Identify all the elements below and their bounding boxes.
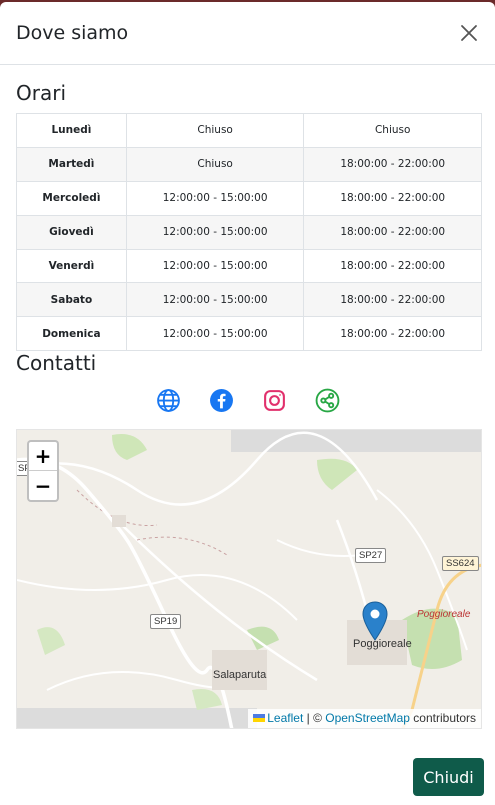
modal-title: Dove siamo [16, 22, 129, 44]
road-label: SS624 [442, 556, 479, 571]
table-row: Martedì Chiuso 18:00:00 - 22:00:00 [16, 146, 482, 182]
share-link[interactable] [315, 388, 340, 413]
slot-lunch-cell: Chiuso [125, 113, 305, 148]
osm-link[interactable]: OpenStreetMap [325, 711, 410, 725]
day-cell: Sabato [16, 282, 127, 318]
zoom-control: + − [27, 440, 59, 502]
contacts-title: Contatti [16, 351, 97, 375]
table-row: Venerdì 12:00:00 - 15:00:00 18:00:00 - 2… [16, 248, 482, 284]
website-link[interactable] [156, 388, 181, 413]
leaflet-link[interactable]: Leaflet [267, 711, 303, 725]
close-modal-button[interactable]: Chiudi [413, 758, 484, 796]
slot-dinner-cell: 18:00:00 - 22:00:00 [303, 146, 482, 182]
close-icon [461, 25, 477, 41]
facebook-link[interactable] [209, 388, 234, 413]
table-row: Sabato 12:00:00 - 15:00:00 18:00:00 - 22… [16, 282, 482, 318]
globe-icon [156, 389, 180, 412]
day-cell: Giovedì [16, 214, 127, 250]
table-row: Lunedì Chiuso Chiuso [16, 113, 482, 148]
slot-lunch-cell: 12:00:00 - 15:00:00 [125, 316, 305, 352]
slot-lunch-cell: 12:00:00 - 15:00:00 [125, 282, 305, 318]
slot-dinner-cell: 18:00:00 - 22:00:00 [303, 248, 482, 284]
road-label: SP19 [150, 614, 182, 629]
hours-table: Lunedì Chiuso Chiuso Martedì Chiuso 18:0… [16, 113, 482, 352]
zoom-in-button[interactable]: + [29, 442, 57, 471]
share-icon [315, 388, 339, 413]
attribution-suffix: contributors [409, 711, 476, 725]
day-cell: Domenica [16, 316, 127, 352]
contact-links [0, 388, 495, 422]
slot-dinner-cell: 18:00:00 - 22:00:00 [303, 316, 482, 352]
map-attribution: Leaflet | © OpenStreetMap contributors [248, 709, 481, 728]
town-label: Salaparuta [213, 669, 267, 681]
day-cell: Martedì [16, 146, 127, 182]
day-cell: Mercoledì [16, 180, 127, 216]
zoom-out-button[interactable]: − [29, 471, 57, 500]
map-tiles [17, 430, 481, 728]
instagram-link[interactable] [262, 388, 287, 413]
slot-dinner-cell: 18:00:00 - 22:00:00 [303, 214, 482, 250]
slot-lunch-cell: 12:00:00 - 15:00:00 [125, 214, 305, 250]
facebook-icon [209, 389, 233, 412]
location-map[interactable]: SP27 SP19 SS624 SP5 Poggioreale Salaparu… [16, 429, 482, 729]
slot-lunch-cell: 12:00:00 - 15:00:00 [125, 248, 305, 284]
location-modal: Dove siamo Orari Lunedì Chiuso Chiuso Ma… [0, 2, 495, 805]
slot-lunch-cell: 12:00:00 - 15:00:00 [125, 180, 305, 216]
instagram-icon [263, 390, 285, 411]
table-row: Domenica 12:00:00 - 15:00:00 18:00:00 - … [16, 316, 482, 352]
table-row: Giovedì 12:00:00 - 15:00:00 18:00:00 - 2… [16, 214, 482, 250]
hours-title: Orari [16, 81, 66, 105]
slot-dinner-cell: Chiuso [303, 113, 482, 148]
slot-dinner-cell: 18:00:00 - 22:00:00 [303, 180, 482, 216]
day-cell: Lunedì [16, 113, 127, 148]
modal-header: Dove siamo [0, 2, 495, 65]
slot-dinner-cell: 18:00:00 - 22:00:00 [303, 282, 482, 318]
map-marker-icon[interactable] [362, 601, 388, 641]
day-cell: Venerdì [16, 248, 127, 284]
slot-lunch-cell: Chiuso [125, 146, 305, 182]
town-label: Poggioreale [417, 609, 471, 620]
attribution-separator: | © [303, 711, 326, 725]
table-row: Mercoledì 12:00:00 - 15:00:00 18:00:00 -… [16, 180, 482, 216]
ukraine-flag-icon [253, 714, 266, 722]
close-button[interactable] [455, 19, 483, 47]
road-label: SP27 [355, 548, 387, 563]
